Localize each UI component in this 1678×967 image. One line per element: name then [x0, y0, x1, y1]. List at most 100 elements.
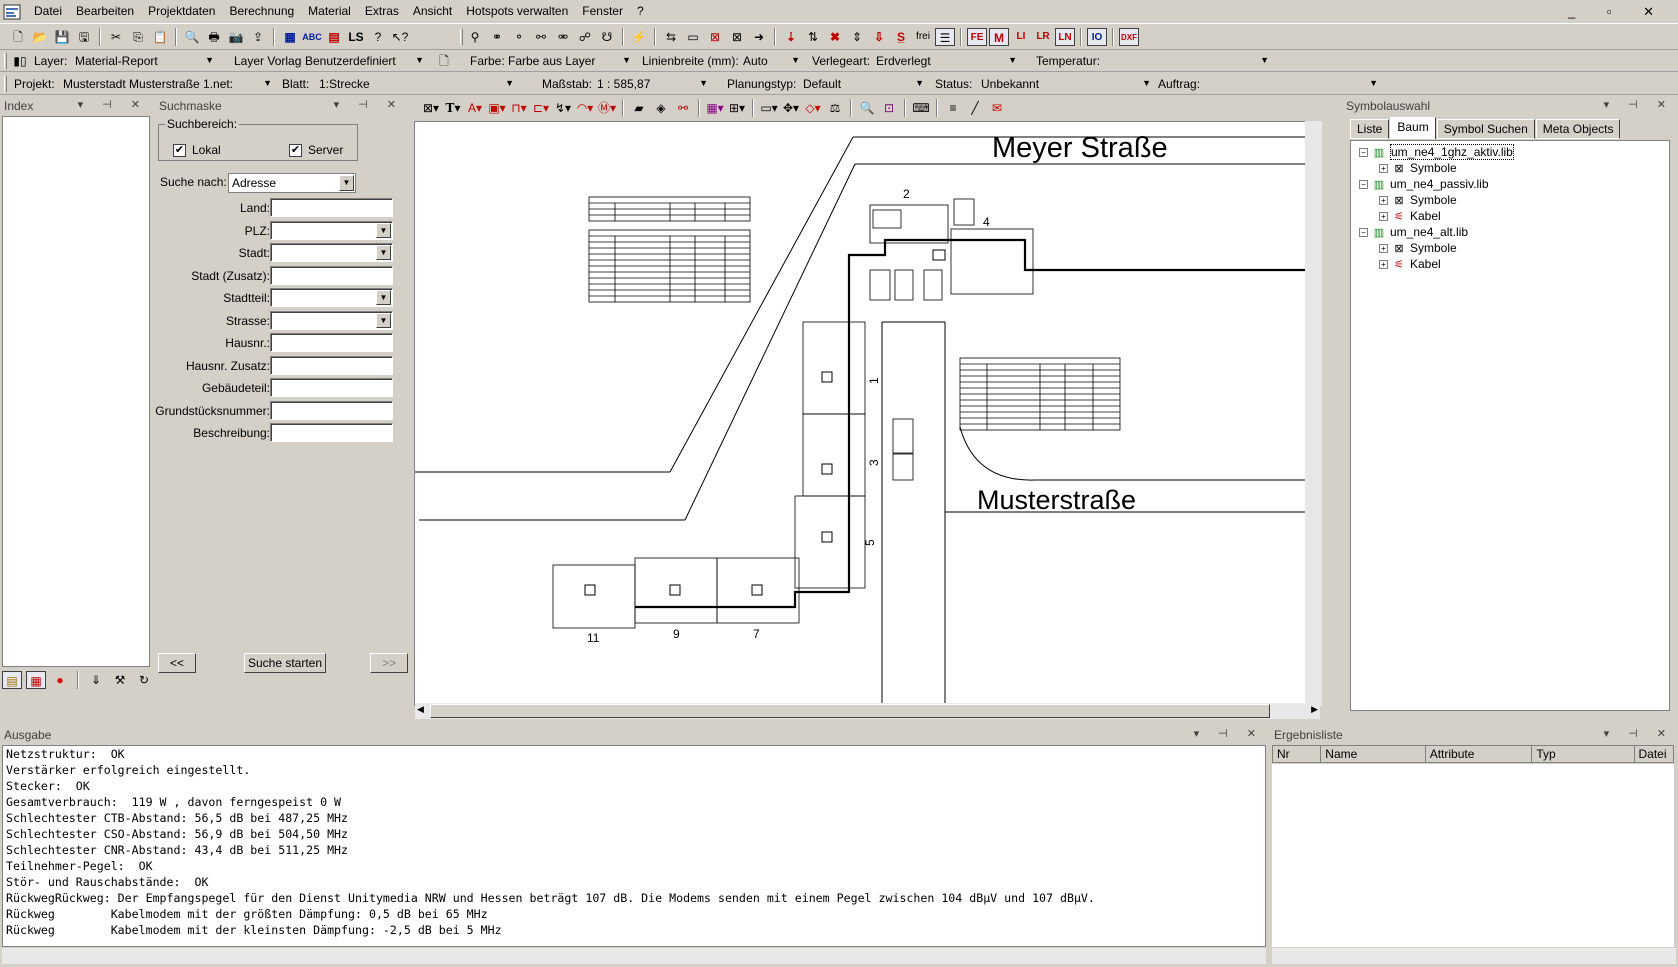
panel-controls[interactable]: ▾ ⊣ ✕	[1604, 727, 1674, 740]
massstab-select[interactable]: 1 : 585,87 ▼	[594, 75, 710, 93]
column-header[interactable]: Attribute	[1424, 745, 1533, 763]
search-field-input[interactable]	[270, 265, 393, 285]
paste-icon[interactable]: 📋	[150, 28, 170, 46]
folder-icon[interactable]: ▤	[2, 671, 22, 689]
connect-icon[interactable]: ⚭	[487, 28, 507, 46]
fe-icon[interactable]: FE	[967, 28, 987, 46]
search-field-input[interactable]	[270, 333, 393, 352]
expand-icon[interactable]: +	[1379, 164, 1388, 174]
align-icon[interactable]: ⇕	[847, 28, 867, 46]
horizontal-scrollbar[interactable]	[2, 948, 1266, 964]
search-field-input[interactable]	[270, 355, 393, 375]
keyboard-icon[interactable]: ⌨	[911, 99, 931, 117]
link-icon[interactable]: ⚯	[673, 99, 693, 117]
tree-node[interactable]: − ▥ um_ne4_passiv.lib	[1355, 177, 1665, 193]
pointer-help-icon[interactable]: ↖?	[390, 28, 410, 46]
collapse-icon[interactable]: −	[1359, 148, 1368, 158]
arrow-up-down-icon[interactable]: ⇅	[803, 28, 823, 46]
suche-nach-select[interactable]: Adresse ▼	[228, 173, 356, 193]
menu-item-6[interactable]: Ansicht	[406, 0, 459, 18]
check-icon[interactable]: ▦	[280, 28, 300, 46]
line-tool-icon[interactable]: ╱	[965, 99, 985, 117]
search-field-input[interactable]	[270, 400, 393, 420]
cut-icon[interactable]: ✂	[106, 28, 126, 46]
auftrag-select[interactable]: ▼	[1210, 75, 1380, 93]
layer-select[interactable]: Material-Report ▼	[72, 52, 216, 70]
menu-item-4[interactable]: Material	[301, 0, 358, 18]
collapse-icon[interactable]: −	[1359, 228, 1368, 238]
arrow-down-icon[interactable]: ⇣	[781, 28, 801, 46]
print-preview-icon[interactable]: 🔍	[182, 28, 202, 46]
arrow-left-icon[interactable]: ◀	[417, 704, 424, 715]
print-icon[interactable]: 🖶	[204, 28, 224, 46]
tab-1[interactable]: Baum	[1390, 117, 1436, 139]
camera-icon[interactable]: 📷	[226, 28, 246, 46]
table-icon[interactable]: ⊞▾	[727, 99, 747, 117]
refresh-icon[interactable]: ↻	[134, 671, 154, 689]
search-field-input[interactable]	[270, 198, 393, 217]
arc-icon[interactable]: ◠▾	[575, 99, 595, 117]
fill-icon[interactable]: A▾	[465, 99, 485, 117]
column-header[interactable]: Datei	[1633, 745, 1674, 763]
search-field-select[interactable]: ▼	[270, 288, 393, 307]
save-icon[interactable]: 💾	[52, 28, 72, 46]
menu-item-7[interactable]: Hotspots verwalten	[459, 0, 575, 18]
branch-icon[interactable]: ☋	[597, 28, 617, 46]
status-select[interactable]: Unbekannt ▼	[978, 75, 1153, 93]
ls-icon[interactable]: LS	[346, 28, 366, 46]
curve-icon[interactable]: ↯▾	[553, 99, 573, 117]
window-controls[interactable]: _ ▫ ✕	[1568, 4, 1668, 20]
search-field-input[interactable]	[270, 378, 393, 397]
close-frame-icon[interactable]: ⊠	[727, 28, 747, 46]
search-field-select[interactable]: ▼	[270, 243, 393, 262]
node-icon[interactable]: ⚬	[509, 28, 529, 46]
panel-controls[interactable]: ▾ ⊣ ✕	[1604, 98, 1674, 111]
split-icon[interactable]: ⚯	[531, 28, 551, 46]
next-button[interactable]: >>	[370, 653, 408, 673]
column-header[interactable]: Name	[1320, 745, 1426, 763]
tree-node[interactable]: − ▥ um_ne4_1ghz_aktiv.lib	[1355, 144, 1665, 161]
tree-node[interactable]: + ⚟ Kabel	[1355, 209, 1665, 225]
column-header[interactable]: Typ	[1531, 745, 1635, 763]
export-icon[interactable]: ⇪	[248, 28, 268, 46]
merge-icon[interactable]: ⚮	[553, 28, 573, 46]
delete-frame-icon[interactable]: ⊠	[705, 28, 725, 46]
lokal-checkbox[interactable]: ✔ Lokal	[173, 143, 221, 158]
tab-3[interactable]: Meta Objects	[1535, 119, 1621, 139]
arrow-right-icon[interactable]: ▶	[1311, 704, 1318, 715]
tools-icon[interactable]: ⚒	[110, 671, 130, 689]
select-box-icon[interactable]: ⊠▾	[421, 99, 441, 117]
m-icon[interactable]: M	[989, 28, 1009, 46]
tree-node[interactable]: + ⚟ Kabel	[1355, 257, 1665, 273]
page-icon[interactable]: 🗋	[434, 52, 454, 70]
tab-0[interactable]: Liste	[1350, 119, 1390, 139]
menu-item-1[interactable]: Bearbeiten	[69, 0, 141, 18]
connector-icon[interactable]: ⊓▾	[509, 99, 529, 117]
search-field-input[interactable]	[270, 423, 393, 442]
abc-icon[interactable]: ABC	[302, 28, 322, 46]
io-icon[interactable]: IO	[1087, 28, 1107, 46]
check-network-icon[interactable]: ▤	[324, 28, 344, 46]
projekt-select[interactable]: Musterstadt Musterstraße 1.net: ▼	[60, 75, 274, 93]
column-header[interactable]: Nr	[1271, 745, 1322, 763]
shape-icon[interactable]: ▭▾	[759, 99, 779, 117]
panel-controls[interactable]: ▾ ⊣ ✕	[78, 98, 148, 111]
palette-icon[interactable]: ▦▾	[705, 99, 725, 117]
output-log[interactable]: Netzstruktur: OK Verstärker erfolgreich e…	[2, 745, 1266, 947]
index-tree[interactable]	[2, 116, 150, 667]
app-icon[interactable]	[3, 3, 21, 21]
menu-item-8[interactable]: Fenster	[575, 0, 630, 18]
erase-icon[interactable]: ◇▾	[803, 99, 823, 117]
scroll-thumb[interactable]	[430, 704, 1270, 718]
tab-2[interactable]: Symbol Suchen	[1436, 119, 1535, 139]
blatt-select[interactable]: 1:Strecke ▼	[316, 75, 516, 93]
menu-item-2[interactable]: Projektdaten	[141, 0, 222, 18]
freq-label[interactable]: frei	[913, 28, 933, 46]
temperatur-select[interactable]: ▼	[1106, 52, 1271, 70]
dxf-icon[interactable]: DXF	[1119, 28, 1139, 46]
circle-m-icon[interactable]: Ⓜ▾	[597, 99, 617, 117]
frame-icon[interactable]: ▭	[683, 28, 703, 46]
server-checkbox[interactable]: ✔ Server	[289, 143, 343, 158]
signal-icon[interactable]: S̲	[891, 28, 911, 46]
ln-icon[interactable]: LN	[1055, 28, 1075, 46]
